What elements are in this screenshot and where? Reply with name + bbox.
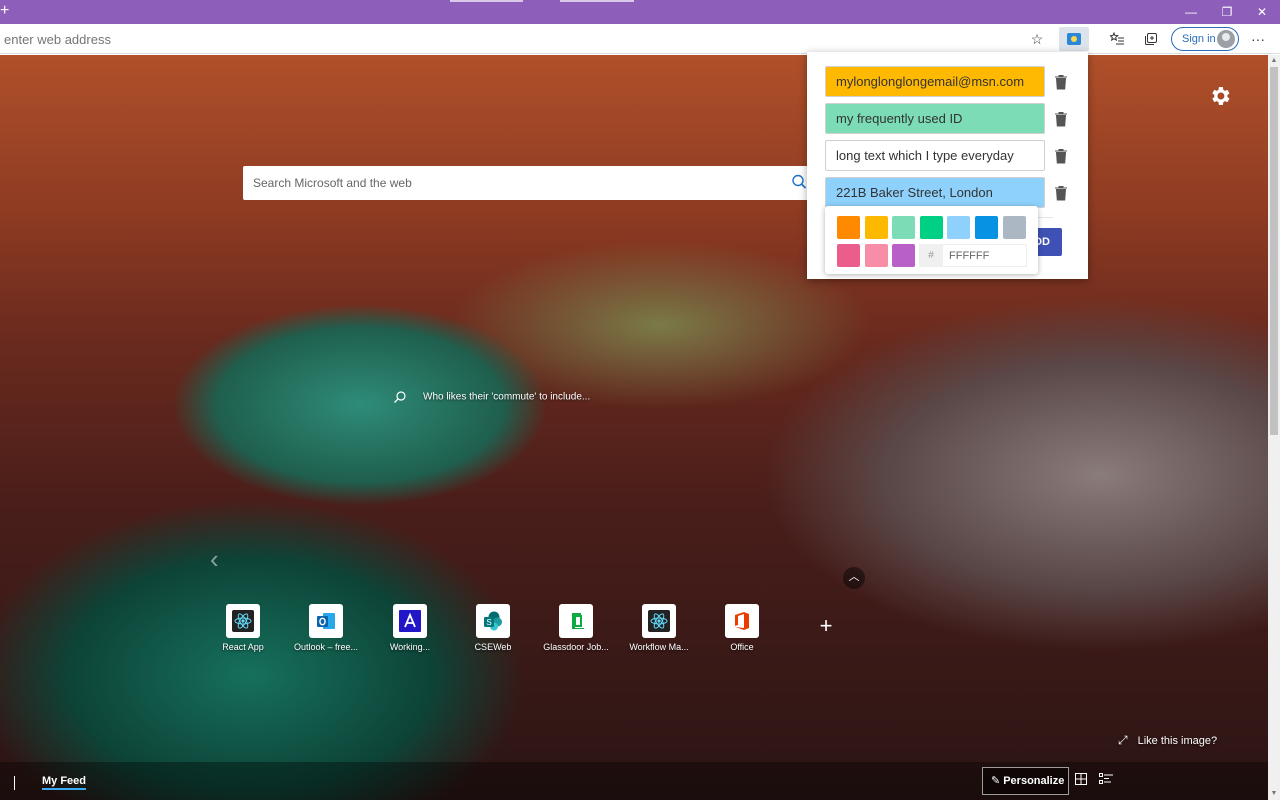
office-icon bbox=[725, 604, 759, 638]
color-swatch[interactable] bbox=[1003, 216, 1026, 239]
scrollbar[interactable]: ▲ ▼ bbox=[1268, 55, 1280, 800]
sign-in-label: Sign in bbox=[1182, 33, 1216, 45]
address-bar: ☆ ··· bbox=[0, 24, 1280, 54]
image-info-link[interactable]: Who likes their 'commute' to include... bbox=[393, 390, 590, 404]
quick-link[interactable]: React App bbox=[208, 604, 278, 652]
favorites-list-icon[interactable] bbox=[1103, 27, 1131, 51]
gear-icon[interactable] bbox=[1208, 84, 1232, 108]
trash-icon[interactable] bbox=[1054, 74, 1068, 90]
search-input[interactable] bbox=[251, 172, 771, 194]
add-quick-link-button[interactable]: + bbox=[816, 615, 836, 637]
azure-a-icon bbox=[393, 604, 427, 638]
quick-link-label: React App bbox=[222, 642, 264, 652]
saved-text-entry[interactable]: mylonglonglongemail@msn.com bbox=[825, 66, 1045, 97]
quick-link[interactable]: Workflow Ma... bbox=[624, 604, 694, 652]
quick-links: React App Outlook – free... Working... S… bbox=[0, 604, 900, 664]
quick-link-label: Glassdoor Job... bbox=[543, 642, 609, 652]
color-swatch[interactable] bbox=[892, 244, 915, 267]
ellipsis-icon[interactable]: ··· bbox=[1244, 27, 1272, 51]
collections-icon[interactable] bbox=[1137, 27, 1165, 51]
trash-icon[interactable] bbox=[1054, 111, 1068, 127]
star-icon[interactable]: ☆ bbox=[1023, 27, 1051, 51]
glassdoor-icon bbox=[559, 604, 593, 638]
trash-icon[interactable] bbox=[1054, 185, 1068, 201]
personalize-label: Personalize bbox=[1003, 775, 1065, 787]
saved-text-entry[interactable]: 221B Baker Street, London bbox=[825, 177, 1045, 208]
search-box bbox=[243, 166, 813, 200]
tab-indicator[interactable] bbox=[450, 0, 523, 2]
bottom-bar: My Feed ✎ Personalize bbox=[0, 762, 1268, 800]
sign-in-button[interactable]: Sign in bbox=[1171, 27, 1239, 51]
expand-icon: ⤢ bbox=[1118, 733, 1128, 747]
quick-link-label: CSEWeb bbox=[474, 642, 512, 652]
search-icon bbox=[394, 391, 406, 403]
svg-text:S: S bbox=[486, 618, 491, 627]
trash-icon[interactable] bbox=[1054, 148, 1068, 164]
color-swatch[interactable] bbox=[920, 216, 943, 239]
color-swatch[interactable] bbox=[837, 216, 860, 239]
quick-link[interactable]: Working... bbox=[375, 604, 445, 652]
search-icon[interactable] bbox=[791, 174, 807, 190]
divider bbox=[14, 776, 15, 790]
quick-link-label: Outlook – free... bbox=[293, 642, 359, 652]
chevron-up-icon[interactable]: ︿ bbox=[843, 567, 865, 589]
quick-link-label: Workflow Ma... bbox=[629, 642, 689, 652]
minimize-button[interactable]: — bbox=[1173, 0, 1209, 24]
like-image-link[interactable]: ⤢ Like this image? bbox=[1118, 733, 1217, 748]
quick-link-label: Office bbox=[730, 642, 754, 652]
color-swatch[interactable] bbox=[837, 244, 860, 267]
tab-indicator[interactable] bbox=[560, 0, 634, 2]
quick-link[interactable]: Glassdoor Job... bbox=[541, 604, 611, 652]
scroll-up-icon[interactable]: ▲ bbox=[1268, 55, 1280, 67]
color-swatch[interactable] bbox=[865, 216, 888, 239]
saved-text-entry[interactable]: my frequently used ID bbox=[825, 103, 1045, 134]
quick-link[interactable]: Office bbox=[707, 604, 777, 652]
image-info-text: Who likes their 'commute' to include... bbox=[423, 391, 591, 403]
hex-input[interactable] bbox=[947, 247, 1023, 264]
address-input[interactable] bbox=[2, 28, 1002, 50]
color-swatch[interactable] bbox=[892, 216, 915, 239]
list-layout-icon[interactable] bbox=[1099, 773, 1113, 787]
outlook-icon bbox=[309, 604, 343, 638]
pencil-icon: ✎ bbox=[991, 775, 1001, 787]
close-button[interactable]: ✕ bbox=[1244, 0, 1280, 24]
quick-link[interactable]: Outlook – free... bbox=[291, 604, 361, 652]
react-icon bbox=[642, 604, 676, 638]
personalize-button[interactable]: ✎ Personalize bbox=[982, 767, 1069, 795]
quick-link-label: Working... bbox=[389, 642, 431, 652]
new-tab-button[interactable]: + bbox=[0, 0, 12, 24]
color-swatch[interactable] bbox=[865, 244, 888, 267]
color-picker: # bbox=[825, 206, 1038, 274]
grid-layout-icon[interactable] bbox=[1075, 773, 1089, 787]
color-swatch[interactable] bbox=[975, 216, 998, 239]
hash-label: # bbox=[919, 244, 943, 267]
title-bar: + — ❐ ✕ bbox=[0, 0, 1280, 24]
restore-button[interactable]: ❐ bbox=[1209, 0, 1245, 24]
color-swatch[interactable] bbox=[947, 216, 970, 239]
quick-link[interactable]: S CSEWeb bbox=[458, 604, 528, 652]
tab-my-feed[interactable]: My Feed bbox=[42, 775, 87, 790]
react-icon bbox=[226, 604, 260, 638]
scroll-down-icon[interactable]: ▼ bbox=[1268, 788, 1280, 800]
hex-field: # bbox=[919, 244, 1027, 267]
saved-text-entry[interactable]: long text which I type everyday bbox=[825, 140, 1045, 171]
sharepoint-icon: S bbox=[476, 604, 510, 638]
avatar-icon bbox=[1217, 30, 1235, 48]
clipboard-extension-icon[interactable] bbox=[1059, 27, 1089, 51]
chevron-left-icon[interactable]: ‹ bbox=[210, 544, 219, 575]
like-image-text: Like this image? bbox=[1137, 735, 1218, 747]
scroll-thumb[interactable] bbox=[1270, 67, 1278, 435]
